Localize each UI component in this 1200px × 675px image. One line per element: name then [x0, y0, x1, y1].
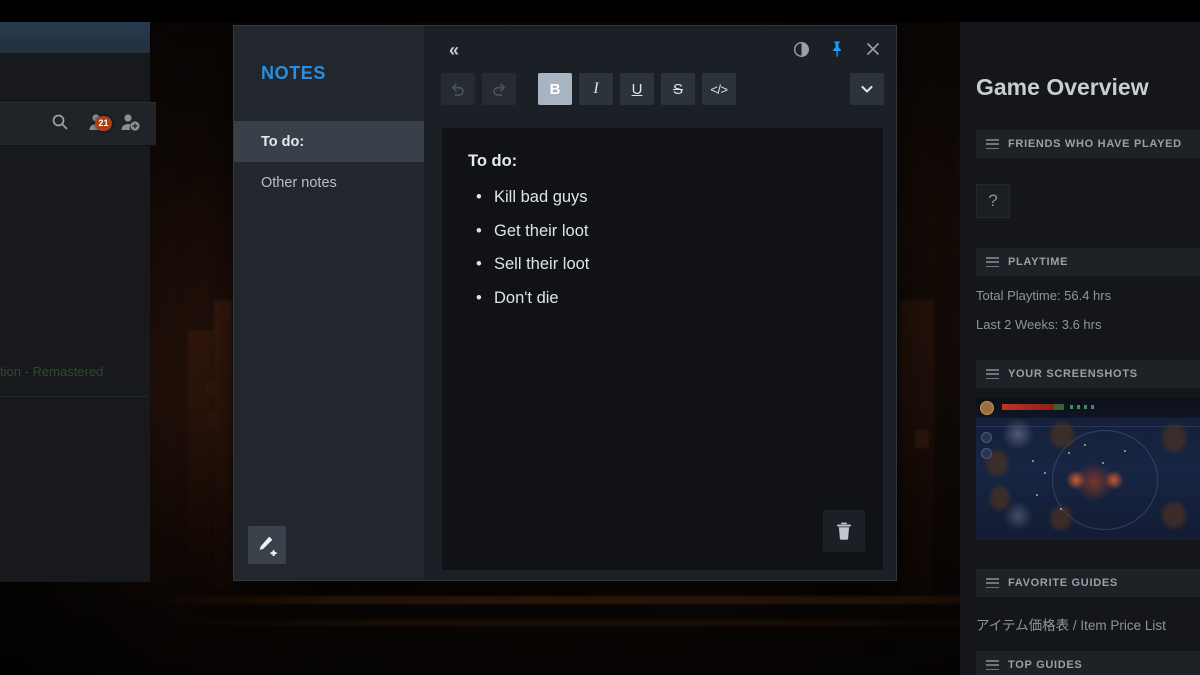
screenshot-blob [1162, 502, 1186, 528]
background-pillar [188, 330, 214, 580]
contrast-toggle-icon[interactable] [790, 38, 812, 60]
note-bullet-item: Kill bad guys [476, 181, 857, 215]
strikethrough-button[interactable]: S [661, 73, 695, 105]
more-options-button[interactable] [850, 73, 884, 105]
note-content-editor[interactable]: To do: Kill bad guys Get their loot Sell… [442, 128, 883, 570]
friends-count-badge: 21 [95, 116, 112, 131]
screenshot-blob [1162, 424, 1186, 452]
screenshot-stamina-bar [1054, 404, 1064, 410]
notes-sidebar-header: NOTES [234, 26, 424, 121]
section-label: FRIENDS WHO HAVE PLAYED [1008, 138, 1182, 150]
code-button[interactable]: </> [702, 73, 736, 105]
notes-overlay-window: NOTES To do: Other notes « B I U S </> T… [233, 25, 897, 581]
background-sprite [205, 380, 221, 396]
friend-avatar-placeholder[interactable]: ? [976, 184, 1010, 218]
background-window-titlebar[interactable] [0, 22, 150, 53]
underline-glyph: U [631, 80, 643, 98]
notes-header-label: NOTES [261, 63, 327, 83]
section-label: TOP GUIDES [1008, 659, 1083, 671]
note-heading: To do: [468, 152, 518, 170]
background-beam [150, 620, 1050, 626]
window-controls [790, 38, 884, 60]
screen-top-black-bar [0, 0, 1200, 22]
new-note-button[interactable] [248, 526, 286, 564]
grip-handle-icon[interactable] [986, 369, 999, 379]
search-icon[interactable] [50, 112, 70, 132]
grip-handle-icon[interactable] [986, 257, 999, 267]
background-pillar [214, 300, 232, 590]
delete-note-button[interactable] [823, 510, 865, 552]
note-list-item-other-notes[interactable]: Other notes [234, 162, 424, 203]
grip-handle-icon[interactable] [986, 139, 999, 149]
total-playtime-value: Total Playtime: 56.4 hrs [976, 288, 1112, 303]
note-bullet-item: Don't die [476, 282, 857, 316]
italic-button[interactable]: I [579, 73, 613, 105]
section-header-playtime[interactable]: PLAYTIME [976, 248, 1200, 276]
note-bullet-item: Get their loot [476, 215, 857, 249]
close-icon[interactable] [862, 38, 884, 60]
notes-sidebar: NOTES To do: Other notes [234, 26, 424, 580]
add-friend-icon[interactable] [118, 110, 142, 134]
note-list-item-todo[interactable]: To do: [234, 121, 424, 162]
notes-editor-pane: « B I U S </> To do: • Kill bad guys • G… [424, 26, 896, 580]
note-list-item-label: Other notes [261, 174, 337, 191]
trash-icon [833, 520, 855, 542]
redo-button[interactable] [482, 73, 516, 105]
page-title: Game Overview [976, 74, 1149, 100]
screenshot-blob [990, 486, 1010, 510]
underline-button[interactable]: U [620, 73, 654, 105]
code-glyph: </> [710, 81, 728, 97]
background-pillar [900, 300, 934, 600]
formatting-toolbar: B I U S </> [441, 72, 884, 106]
screen-root: 21 tion - Remastered Game Overview FRIEN… [0, 0, 1200, 675]
section-label: FAVORITE GUIDES [1008, 577, 1118, 589]
background-library-entry[interactable]: tion - Remastered [0, 364, 140, 379]
collapse-left-chevrons-icon[interactable]: « [441, 37, 467, 63]
grip-handle-icon[interactable] [986, 660, 999, 670]
screenshot-hud-bar [976, 398, 1200, 418]
game-overview-sidebar: Game Overview FRIENDS WHO HAVE PLAYED ? … [960, 22, 1200, 675]
screenshot-blob [1050, 422, 1074, 448]
screenshot-hud-icon [981, 448, 992, 459]
bold-glyph: B [549, 80, 561, 98]
section-label: PLAYTIME [1008, 256, 1069, 268]
background-beam [150, 596, 1050, 604]
favorite-guide-link[interactable]: アイテム価格表 / Item Price List [976, 614, 1166, 634]
section-header-favorite-guides[interactable]: FAVORITE GUIDES [976, 569, 1200, 597]
screenshot-hud-icon [981, 432, 992, 443]
undo-button[interactable] [441, 73, 475, 105]
new-note-pencil-icon [256, 534, 278, 556]
note-bullet-list: Kill bad guys Get their loot Sell their … [468, 181, 857, 315]
background-sprite [915, 430, 929, 448]
section-header-screenshots[interactable]: YOUR SCREENSHOTS [976, 360, 1200, 388]
italic-glyph: I [593, 80, 599, 97]
bold-button[interactable]: B [538, 73, 572, 105]
note-list-item-label: To do: [261, 133, 305, 150]
screenshot-avatar [980, 401, 994, 415]
strikethrough-glyph: S [672, 80, 683, 98]
section-header-friends[interactable]: FRIENDS WHO HAVE PLAYED [976, 130, 1200, 158]
screenshot-health-bar [1002, 404, 1054, 410]
section-label: YOUR SCREENSHOTS [1008, 368, 1138, 380]
background-divider [0, 396, 148, 397]
pin-icon[interactable] [826, 38, 848, 60]
screenshot-hud-dots [1070, 405, 1096, 409]
section-header-top-guides[interactable]: TOP GUIDES [976, 651, 1200, 675]
last-two-weeks-value: Last 2 Weeks: 3.6 hrs [976, 317, 1102, 332]
background-sprite [207, 412, 221, 426]
grip-handle-icon[interactable] [986, 578, 999, 588]
screenshot-thumbnail[interactable] [976, 398, 1200, 540]
note-bullet-item: Sell their loot [476, 248, 857, 282]
